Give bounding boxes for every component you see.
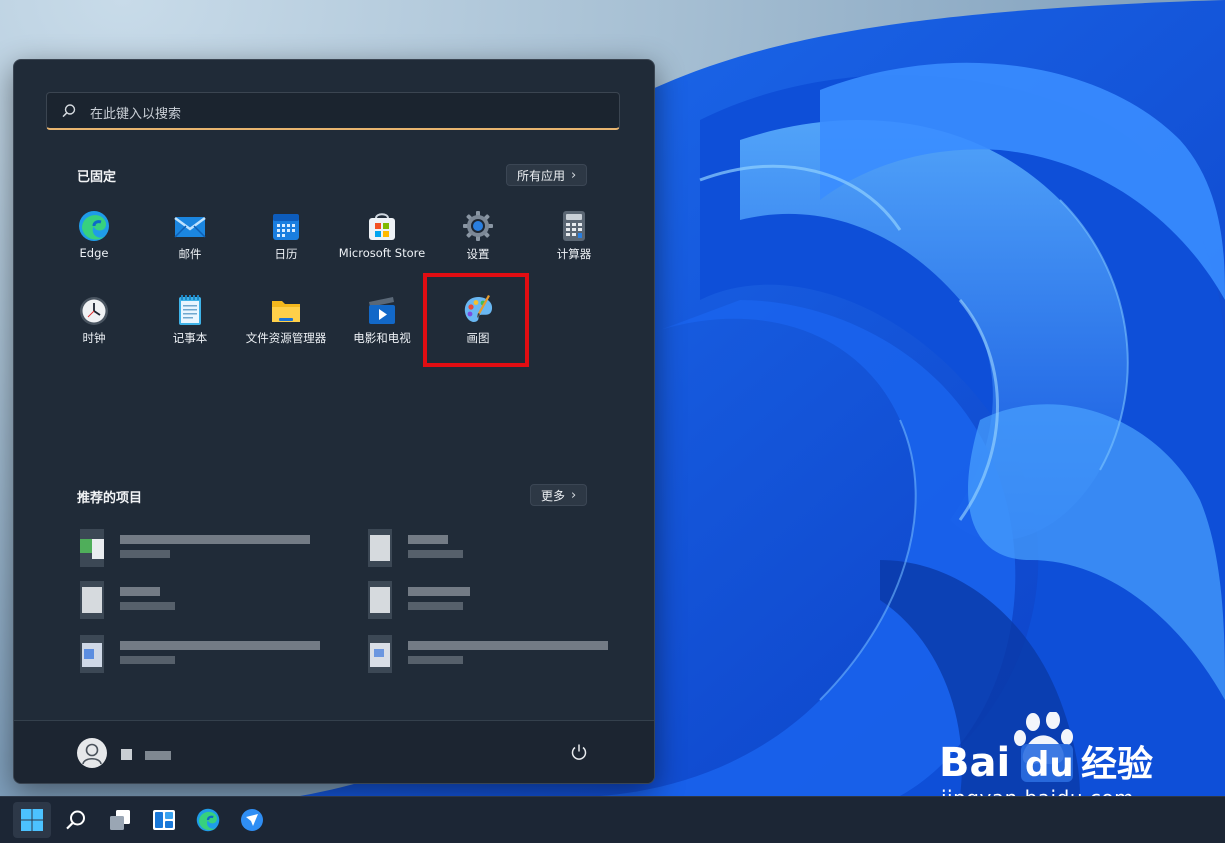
user-icon <box>82 743 102 765</box>
search-input[interactable]: 在此键入以搜索 <box>46 92 620 130</box>
pinned-section-title: 已固定 <box>77 170 117 185</box>
file-icon <box>368 635 392 673</box>
highlight-box <box>423 273 529 367</box>
file-icon <box>368 529 392 567</box>
windows-start-icon <box>21 809 43 831</box>
app-label: 记事本 <box>172 331 208 345</box>
movies-tv-icon <box>369 297 395 324</box>
pinned-app-mail[interactable]: 邮件 <box>142 204 238 280</box>
start-menu-footer <box>14 720 654 783</box>
taskbar-feishu-button[interactable] <box>233 802 271 838</box>
taskbar <box>0 796 1225 843</box>
blurred-filename <box>408 535 448 544</box>
app-label: 电影和电视 <box>353 331 411 345</box>
recommended-item[interactable] <box>368 579 628 623</box>
blurred-timestamp <box>120 602 175 610</box>
svg-text:du: du <box>1025 745 1074 785</box>
file-icon <box>80 581 104 619</box>
recommended-item[interactable] <box>80 633 340 677</box>
user-avatar[interactable] <box>77 738 107 768</box>
pinned-app-edge[interactable]: Edge <box>46 204 142 280</box>
file-icon <box>80 635 104 673</box>
chevron-right-icon: › <box>571 487 577 503</box>
edge-icon <box>196 808 220 832</box>
baidu-jingyan-logo: Bai du 经验 <box>939 711 1153 786</box>
recommended-item[interactable] <box>80 527 340 571</box>
store-icon <box>369 213 395 240</box>
chevron-right-icon: › <box>571 167 577 183</box>
blurred-timestamp <box>120 550 170 558</box>
pinned-app-settings[interactable]: 设置 <box>430 204 526 280</box>
app-label: 设置 <box>466 247 490 261</box>
blurred-filename <box>120 535 310 544</box>
more-button[interactable]: 更多 › <box>530 484 588 506</box>
all-apps-label: 所有应用 <box>517 168 566 183</box>
taskbar-search-button[interactable] <box>57 802 95 838</box>
feishu-icon <box>241 809 263 831</box>
edge-icon <box>79 211 109 241</box>
pinned-app-file-explorer[interactable]: 文件资源管理器 <box>238 288 334 364</box>
app-label: Microsoft Store <box>338 246 426 260</box>
notepad-icon <box>179 295 201 325</box>
search-icon <box>66 810 85 830</box>
mail-icon <box>174 216 206 238</box>
task-view-icon <box>110 810 130 830</box>
start-menu: 在此键入以搜索 已固定 所有应用 › Edge 邮件 日历 Microsoft … <box>13 59 655 784</box>
svg-text:Bai: Bai <box>939 740 1010 786</box>
blurred-timestamp <box>408 656 463 664</box>
power-icon[interactable] <box>570 743 588 761</box>
pinned-app-calendar[interactable]: 日历 <box>238 204 334 280</box>
folder-icon <box>272 301 300 322</box>
clock-icon <box>80 297 108 325</box>
app-label: 邮件 <box>178 247 202 261</box>
blurred-filename <box>120 587 160 596</box>
recommended-item[interactable] <box>368 633 628 677</box>
widgets-button[interactable] <box>145 802 183 838</box>
file-icon <box>80 529 104 567</box>
blurred-user-name[interactable] <box>121 749 171 760</box>
recommended-item[interactable] <box>80 579 340 623</box>
start-button[interactable] <box>13 802 51 838</box>
calendar-icon <box>273 214 299 240</box>
pinned-app-movies-tv[interactable]: 电影和电视 <box>334 288 430 364</box>
svg-text:经验: 经验 <box>1081 744 1153 785</box>
recommended-item[interactable] <box>368 527 628 571</box>
search-icon <box>62 104 76 118</box>
app-label: Edge <box>79 246 109 260</box>
blurred-filename <box>408 641 608 650</box>
all-apps-button[interactable]: 所有应用 › <box>506 164 588 186</box>
blurred-timestamp <box>408 550 463 558</box>
blurred-timestamp <box>408 602 463 610</box>
app-label: 时钟 <box>82 331 106 345</box>
recommended-section-title: 推荐的项目 <box>77 491 143 506</box>
widgets-icon <box>153 810 175 830</box>
app-label: 日历 <box>274 247 298 261</box>
pinned-app-notepad[interactable]: 记事本 <box>142 288 238 364</box>
pinned-app-clock[interactable]: 时钟 <box>46 288 142 364</box>
blurred-filename <box>408 587 470 596</box>
blurred-timestamp <box>120 656 175 664</box>
app-label: 文件资源管理器 <box>245 331 327 345</box>
pinned-app-calculator[interactable]: 计算器 <box>526 204 622 280</box>
settings-gear-icon <box>463 211 493 241</box>
pinned-app-microsoft-store[interactable]: Microsoft Store <box>334 204 430 280</box>
search-placeholder: 在此键入以搜索 <box>90 107 182 122</box>
blurred-filename <box>120 641 320 650</box>
task-view-button[interactable] <box>101 802 139 838</box>
more-label: 更多 <box>541 488 566 503</box>
calculator-icon <box>563 211 585 241</box>
file-icon <box>368 581 392 619</box>
app-label: 计算器 <box>556 247 592 261</box>
taskbar-edge-button[interactable] <box>189 802 227 838</box>
